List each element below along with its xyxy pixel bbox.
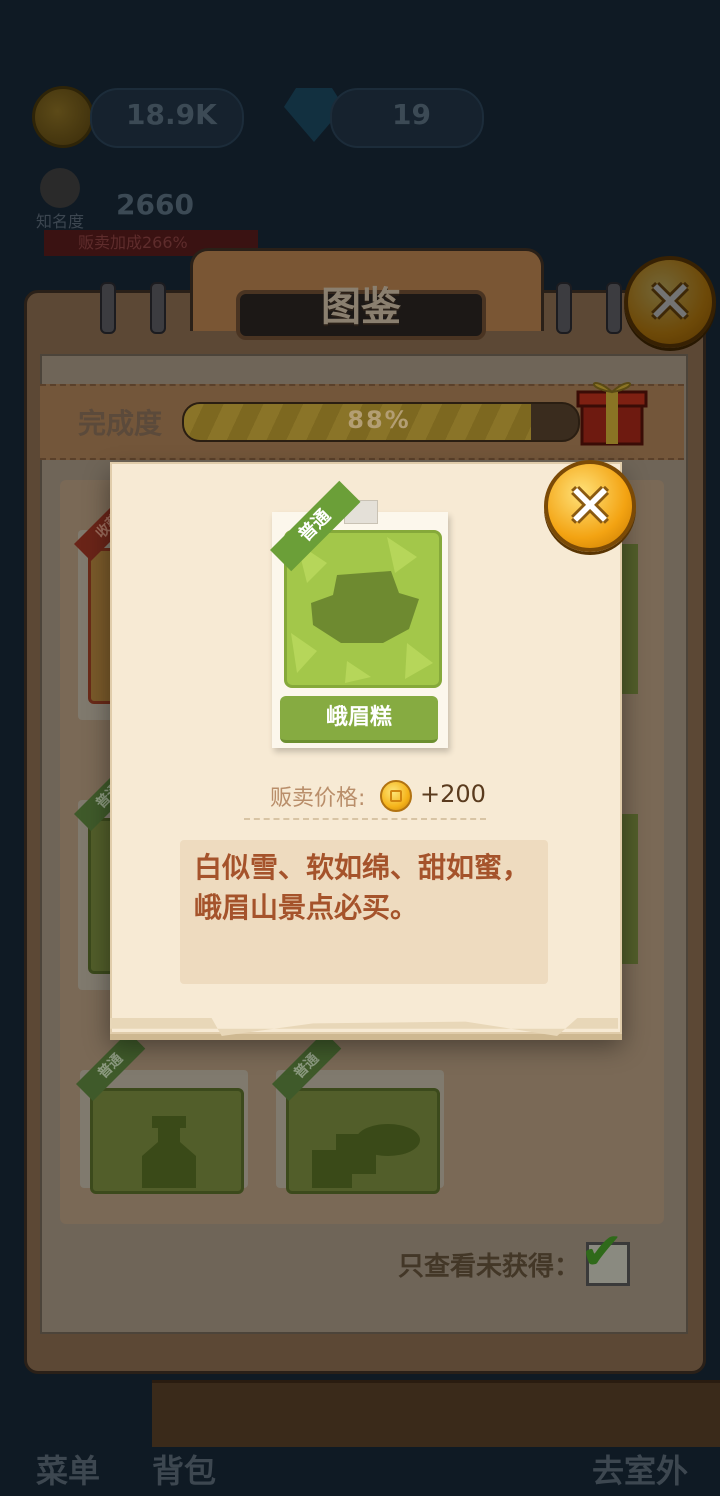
close-detail-button[interactable]: ✕ <box>544 460 636 552</box>
nav-outdoor[interactable]: 去室外 <box>592 1446 688 1492</box>
fame-avatar-icon <box>40 168 80 208</box>
nav-bag[interactable]: 背包 <box>152 1446 216 1492</box>
filter-label: 只查看未获得： <box>398 1252 581 1282</box>
progress-value: 88% <box>347 406 411 434</box>
nav-menu[interactable]: 菜单 <box>36 1446 100 1492</box>
coin-value: 18.9K <box>126 98 217 131</box>
item-silhouette-icon <box>312 1124 420 1188</box>
sell-price-label: 贩卖价格: <box>270 786 366 811</box>
collection-card[interactable]: 普通 <box>272 1031 444 1194</box>
fame-value: 2660 <box>116 188 194 221</box>
binder-ring-icon <box>100 282 116 334</box>
checkmark-icon: ✔ <box>580 1222 624 1282</box>
close-icon: ✕ <box>565 472 615 540</box>
item-description: 白似雪、软如绵、甜如蜜，峨眉山景点必买。 <box>194 851 531 924</box>
collection-card[interactable]: 普通 <box>76 1031 248 1194</box>
item-silhouette-icon <box>291 537 433 683</box>
item-silhouette-icon <box>142 1116 196 1188</box>
gem-value: 19 <box>392 98 431 131</box>
binder-ring-icon <box>606 282 622 334</box>
fame-label: 知名度 <box>36 212 85 231</box>
coin-icon <box>380 780 412 812</box>
sell-price-value: +200 <box>420 780 486 808</box>
binder-ring-icon <box>556 282 572 334</box>
close-icon: ✕ <box>645 268 695 336</box>
close-collection-button[interactable]: ✕ <box>624 256 716 348</box>
progress-label: 完成度 <box>78 407 163 440</box>
binder-ring-icon <box>150 282 166 334</box>
gift-icon[interactable] <box>572 370 652 450</box>
page-title: 图鉴 <box>321 284 401 330</box>
divider <box>244 818 486 820</box>
coin-icon <box>32 86 94 148</box>
item-name: 峨眉糕 <box>280 696 438 743</box>
bottom-bar <box>152 1380 720 1447</box>
